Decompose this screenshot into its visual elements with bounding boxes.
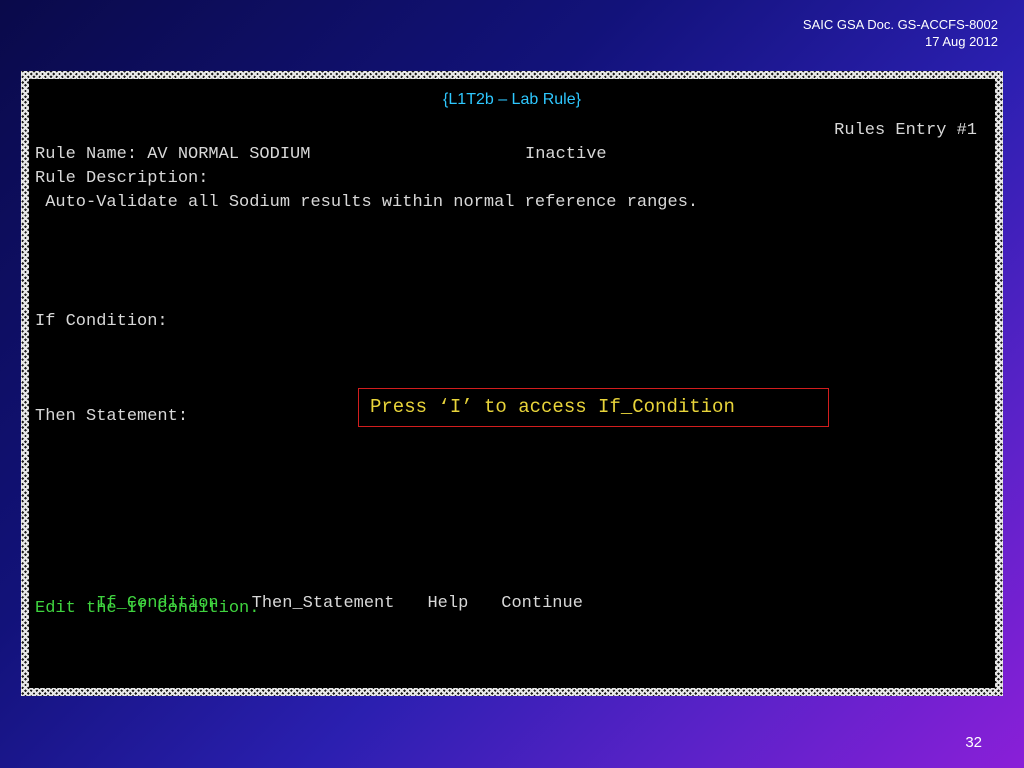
status-prompt: Edit the If Condition.: [35, 599, 260, 618]
menu-item-help[interactable]: Help: [427, 594, 468, 613]
slide-number: 32: [965, 734, 982, 751]
terminal-frame: {L1T2b – Lab Rule} Rules Entry #1 Rule N…: [21, 71, 1003, 696]
screen-title: {L1T2b – Lab Rule}: [443, 91, 581, 108]
rule-name-field[interactable]: Rule Name: AV NORMAL SODIUM: [35, 145, 310, 164]
then-statement-label: Then Statement:: [35, 407, 189, 426]
if-condition-label: If Condition:: [35, 312, 168, 331]
doc-header: SAIC GSA Doc. GS-ACCFS-8002 17 Aug 2012: [803, 16, 998, 50]
doc-date: 17 Aug 2012: [924, 34, 998, 49]
terminal-screen: {L1T2b – Lab Rule} Rules Entry #1 Rule N…: [29, 79, 995, 688]
rules-entry-label: Rules Entry #1: [834, 121, 977, 140]
doc-reference: SAIC GSA Doc. GS-ACCFS-8002: [802, 17, 998, 32]
rule-description-text[interactable]: Auto-Validate all Sodium results within …: [35, 193, 698, 212]
callout-box: Press ‘I’ to access If_Condition: [358, 388, 829, 427]
menu-item-then-statement[interactable]: Then_Statement: [252, 594, 395, 613]
rule-description-label: Rule Description:: [35, 169, 209, 188]
menu-item-continue[interactable]: Continue: [501, 594, 583, 613]
rule-status: Inactive: [525, 145, 607, 164]
